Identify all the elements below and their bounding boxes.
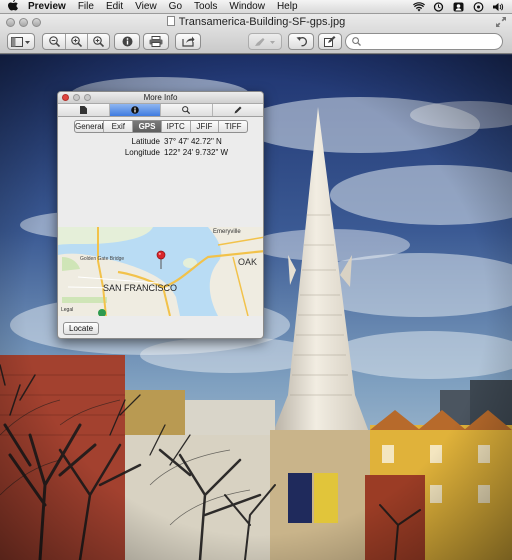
map-label-golden-gate: Golden Gate Bridge xyxy=(80,256,124,262)
edit-button[interactable] xyxy=(318,33,342,50)
panel-tab-bar xyxy=(58,104,263,117)
subtab-iptc[interactable]: IPTC xyxy=(160,121,190,132)
subtab-jfif[interactable]: JFIF xyxy=(189,121,219,132)
mini-icon[interactable] xyxy=(473,1,484,12)
search-icon xyxy=(352,37,361,46)
zoom-segment xyxy=(42,33,110,50)
info-icon xyxy=(130,106,139,114)
longitude-label: Longitude xyxy=(124,148,160,157)
zoom-in-icon xyxy=(71,36,82,47)
tab-edit[interactable] xyxy=(211,104,264,116)
search-input[interactable] xyxy=(364,35,499,48)
tab-search[interactable] xyxy=(160,104,212,116)
map-label-oakland: OAK xyxy=(238,257,257,267)
map-label-emeryville: Emeryville xyxy=(213,229,241,235)
zoom-out-button[interactable] xyxy=(43,34,65,49)
panel-titlebar: More Info xyxy=(58,92,263,104)
zoom-fit-button[interactable] xyxy=(87,34,109,49)
menu-file[interactable]: File xyxy=(72,1,100,12)
rotate-button[interactable] xyxy=(288,33,314,50)
zoom-fit-icon xyxy=(93,36,104,47)
volume-icon[interactable] xyxy=(493,2,504,12)
menu-edit[interactable]: Edit xyxy=(100,1,129,12)
pen-button[interactable] xyxy=(248,33,282,50)
map-legal-link[interactable]: Legal xyxy=(61,307,73,313)
document-icon xyxy=(166,16,175,26)
window-titlebar: Transamerica-Building-SF-gps.jpg xyxy=(0,14,512,54)
menu-preview[interactable]: Preview xyxy=(26,1,72,12)
subtab-gps[interactable]: GPS xyxy=(132,121,161,132)
menu-view[interactable]: View xyxy=(129,1,163,12)
more-info-panel: More Info General Exif GPS IPTC JFIF TIF… xyxy=(57,91,264,339)
share-button[interactable] xyxy=(175,33,201,50)
menu-go[interactable]: Go xyxy=(163,1,188,12)
menu-window[interactable]: Window xyxy=(223,1,271,12)
zoom-in-button[interactable] xyxy=(65,34,87,49)
panel-title: More Info xyxy=(143,93,178,102)
edit-icon xyxy=(324,36,336,47)
general-icon xyxy=(79,106,87,114)
search-field[interactable] xyxy=(345,33,503,50)
share-icon xyxy=(181,36,194,47)
menu-tools[interactable]: Tools xyxy=(188,1,223,12)
map-label-city: SAN FRANCISCO xyxy=(103,283,177,293)
pen-icon xyxy=(255,37,275,46)
latitude-label: Latitude xyxy=(131,137,160,146)
location-map[interactable]: SAN FRANCISCO Golden Gate Bridge Emeryvi… xyxy=(58,227,263,316)
info-icon xyxy=(122,36,132,47)
metadata-segmented-control: General Exif GPS IPTC JFIF TIFF xyxy=(74,120,248,133)
time-machine-icon[interactable] xyxy=(433,1,444,12)
rotate-icon xyxy=(296,37,307,47)
subtab-tiff[interactable]: TIFF xyxy=(218,121,247,132)
print-button[interactable] xyxy=(143,33,169,50)
gps-fields: Latitude 37° 47' 42.72" N Longitude 122°… xyxy=(58,136,263,158)
wifi-icon[interactable] xyxy=(413,1,425,12)
menu-bar: Preview File Edit View Go Tools Window H… xyxy=(0,0,512,14)
pencil-icon xyxy=(234,106,242,114)
tab-general[interactable] xyxy=(58,104,109,116)
map-graphic: SAN FRANCISCO Golden Gate Bridge Emeryvi… xyxy=(58,227,263,316)
sidebar-toggle-icon xyxy=(11,36,30,47)
window-title: Transamerica-Building-SF-gps.jpg xyxy=(178,16,346,28)
subtab-exif[interactable]: Exif xyxy=(103,121,132,132)
zoom-out-icon xyxy=(48,36,60,47)
status-area xyxy=(413,1,512,12)
print-icon xyxy=(149,36,163,47)
info-button[interactable] xyxy=(114,33,140,50)
menu-help[interactable]: Help xyxy=(271,1,304,12)
locate-button[interactable]: Locate xyxy=(63,322,100,335)
latitude-value: 37° 47' 42.72" N xyxy=(164,137,222,146)
tab-info[interactable] xyxy=(108,104,160,116)
subtab-general[interactable]: General xyxy=(75,121,103,132)
window-title-area: Transamerica-Building-SF-gps.jpg xyxy=(0,16,512,28)
search-icon xyxy=(182,106,191,114)
sidebar-toggle-button[interactable] xyxy=(7,33,35,50)
account-icon[interactable] xyxy=(453,2,464,12)
longitude-value: 122° 24' 9.732" W xyxy=(164,148,229,157)
apple-logo-icon[interactable] xyxy=(0,0,26,14)
longitude-row: Longitude 122° 24' 9.732" W xyxy=(58,147,263,158)
fullscreen-icon[interactable] xyxy=(496,17,506,27)
latitude-row: Latitude 37° 47' 42.72" N xyxy=(58,136,263,147)
